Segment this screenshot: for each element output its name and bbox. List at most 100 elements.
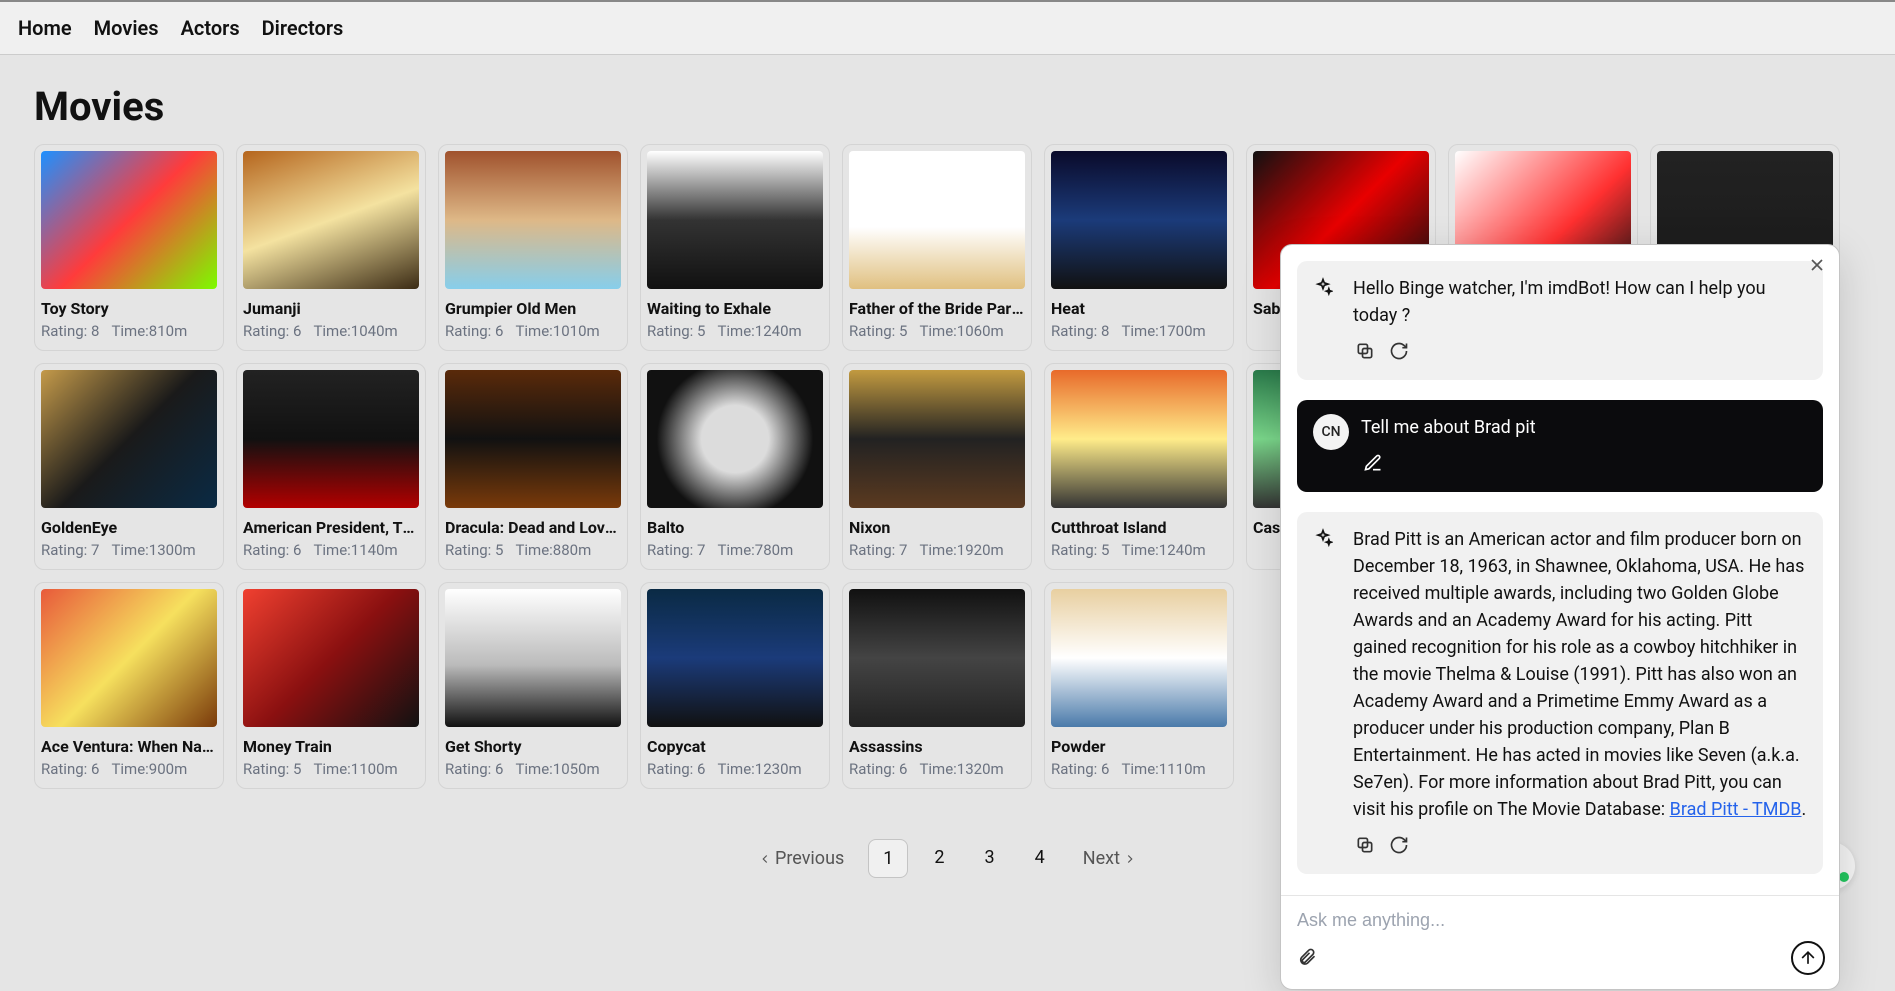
movie-rating: Rating: 6 (41, 760, 99, 778)
movie-poster (849, 589, 1025, 727)
movie-meta: Rating: 6Time:1110m (1051, 760, 1227, 778)
movie-rating: Rating: 7 (849, 541, 907, 559)
movie-card[interactable]: Dracula: Dead and Loving ItRating: 5Time… (438, 363, 628, 570)
nav-home[interactable]: Home (18, 16, 72, 40)
movie-card[interactable]: Father of the Bride Part IIRating: 5Time… (842, 144, 1032, 351)
movie-title: GoldenEye (41, 518, 217, 537)
movie-rating: Rating: 8 (1051, 322, 1109, 340)
tmdb-link[interactable]: Brad Pitt - TMDB (1670, 799, 1802, 820)
movie-meta: Rating: 5Time:1240m (1051, 541, 1227, 559)
nav-directors[interactable]: Directors (262, 16, 344, 40)
user-message: CN Tell me about Brad pit (1297, 400, 1823, 492)
chat-panel: Hello Binge watcher, I'm imdBot! How can… (1280, 244, 1840, 990)
movie-title: Dracula: Dead and Loving It (445, 518, 621, 537)
movie-card[interactable]: Ace Ventura: When Nature CallsRating: 6T… (34, 582, 224, 789)
movie-card[interactable]: GoldenEye Rating: 7Time:1300m (34, 363, 224, 570)
movie-poster (849, 370, 1025, 508)
chat-footer (1281, 931, 1839, 989)
movie-card[interactable]: HeatRating: 8Time:1700m (1044, 144, 1234, 351)
copy-button[interactable] (1353, 833, 1377, 860)
bot-message: Hello Binge watcher, I'm imdBot! How can… (1297, 261, 1823, 380)
movie-meta: Rating: 6Time:1050m (445, 760, 621, 778)
movie-time: Time:1920m (919, 541, 1003, 559)
movie-card[interactable]: BaltoRating: 7Time:780m (640, 363, 830, 570)
movie-title: Get Shorty (445, 737, 621, 756)
chat-close-button[interactable] (1807, 255, 1827, 279)
chat-input-box (1281, 896, 1839, 931)
online-dot-icon (1839, 872, 1849, 882)
pagination-next[interactable]: Next (1071, 840, 1149, 877)
movie-rating: Rating: 5 (647, 322, 705, 340)
movie-title: Powder (1051, 737, 1227, 756)
attach-button[interactable] (1295, 945, 1319, 972)
pagination-page-4[interactable]: 4 (1021, 839, 1059, 878)
sparkle-icon (1313, 277, 1341, 366)
copy-button[interactable] (1353, 339, 1377, 366)
movie-rating: Rating: 6 (647, 760, 705, 778)
movie-card[interactable]: Get Shorty Rating: 6Time:1050m (438, 582, 628, 789)
user-message-text: Tell me about Brad pit (1361, 414, 1807, 441)
movie-meta: Rating: 7Time:780m (647, 541, 823, 559)
paperclip-icon (1297, 947, 1317, 967)
movie-poster (243, 370, 419, 508)
movie-poster (849, 151, 1025, 289)
movie-poster (1051, 589, 1227, 727)
movie-time: Time:810m (111, 322, 187, 340)
pagination-page-2[interactable]: 2 (920, 839, 958, 878)
chevron-left-icon (758, 852, 772, 866)
movie-time: Time:1230m (717, 760, 801, 778)
movie-meta: Rating: 6Time:1320m (849, 760, 1025, 778)
pagination-page-1[interactable]: 1 (868, 839, 908, 878)
movie-card[interactable]: American President, The Rating: 6 Time:114… (236, 363, 426, 570)
chat-input[interactable] (1297, 910, 1823, 931)
movie-title: Cutthroat Island (1051, 518, 1227, 537)
edit-icon (1363, 453, 1383, 473)
refresh-icon (1389, 835, 1409, 855)
movie-card[interactable]: Waiting to ExhaleRating: 5Time:1240m (640, 144, 830, 351)
movie-time: Time:1320m (919, 760, 1003, 778)
movie-card[interactable]: NixonRating: 7Time:1920m (842, 363, 1032, 570)
movie-card[interactable]: Money Train Rating: 5Time:1100m (236, 582, 426, 789)
pagination-previous[interactable]: Previous (746, 840, 856, 877)
movie-meta: Rating: 5 Time:1240m (647, 322, 823, 340)
movie-rating: Rating: 6 (243, 541, 301, 559)
refresh-icon (1389, 341, 1409, 361)
nav-actors[interactable]: Actors (181, 16, 240, 40)
movie-meta: Rating: 5Time:1100m (243, 760, 419, 778)
movie-rating: Rating: 7 (647, 541, 705, 559)
copy-icon (1355, 835, 1375, 855)
movie-time: Time:1300m (111, 541, 195, 559)
movie-meta: Rating: 8Time:1700m (1051, 322, 1227, 340)
movie-time: Time:1240m (717, 322, 801, 340)
movie-card[interactable]: Powder Rating: 6Time:1110m (1044, 582, 1234, 789)
movie-card[interactable]: Copycat Rating: 6 Time:1230m (640, 582, 830, 789)
movie-time: Time:1140m (313, 541, 397, 559)
movie-card[interactable]: Grumpier Old MenRating: 6Time:1010m (438, 144, 628, 351)
movie-card[interactable]: Cutthroat Island Rating: 5Time:1240m (1044, 363, 1234, 570)
movie-title: Copycat (647, 737, 823, 756)
movie-title: American President, The (243, 518, 419, 537)
movie-rating: Rating: 5 (445, 541, 503, 559)
edit-button[interactable] (1361, 451, 1385, 478)
bot-answer-text: Brad Pitt is an American actor and film … (1353, 529, 1804, 820)
movie-meta: Rating: 6Time:1040m (243, 322, 419, 340)
nav-movies[interactable]: Movies (94, 16, 159, 40)
movie-meta: Rating: 6 Time:1140m (243, 541, 419, 559)
pagination-page-3[interactable]: 3 (971, 839, 1009, 878)
send-button[interactable] (1791, 941, 1825, 975)
movie-time: Time:1010m (515, 322, 599, 340)
movie-time: Time:1240m (1121, 541, 1205, 559)
movie-meta: Rating: 8Time:810m (41, 322, 217, 340)
movie-card[interactable]: AssassinsRating: 6Time:1320m (842, 582, 1032, 789)
copy-icon (1355, 341, 1375, 361)
movie-poster (243, 151, 419, 289)
movie-meta: Rating: 7Time:1300m (41, 541, 217, 559)
movie-poster (647, 151, 823, 289)
movie-title: Money Train (243, 737, 419, 756)
movie-card[interactable]: Toy StoryRating: 8Time:810m (34, 144, 224, 351)
movie-card[interactable]: JumanjiRating: 6Time:1040m (236, 144, 426, 351)
regenerate-button[interactable] (1387, 339, 1411, 366)
pagination-previous-label: Previous (775, 848, 844, 869)
movie-poster (445, 370, 621, 508)
regenerate-button[interactable] (1387, 833, 1411, 860)
